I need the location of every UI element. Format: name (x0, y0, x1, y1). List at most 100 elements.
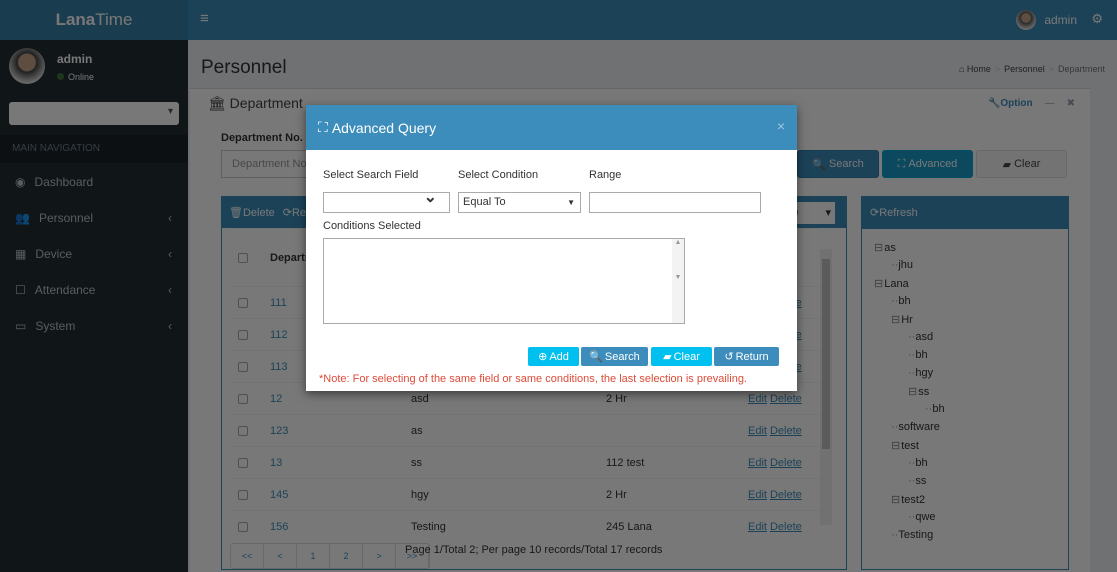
dept-no-link[interactable]: 12 (270, 393, 411, 405)
search-button[interactable]: 🔍 Search (797, 150, 879, 178)
note-icon: ☐ (15, 283, 26, 297)
dept-no-link[interactable]: 13 (270, 457, 411, 469)
plus-circle-icon: ⊕ (538, 351, 548, 363)
tree-node[interactable]: asd (908, 331, 933, 343)
minimize-icon[interactable]: — (1045, 98, 1055, 109)
chevron-left-icon: ‹ (168, 247, 172, 261)
delete-button[interactable]: 🗑Delete (229, 206, 275, 219)
sidebar-item-attendance[interactable]: ☐ Attendance ‹ (0, 272, 188, 308)
tree-node[interactable]: bh (908, 349, 927, 361)
next-page-button[interactable]: > (363, 544, 396, 568)
delete-link[interactable]: Delete (770, 489, 802, 501)
option-button[interactable]: 🔧Option (988, 98, 1033, 109)
search-field-select[interactable] (323, 188, 450, 213)
edit-link[interactable]: Edit (748, 521, 767, 533)
conditions-selected-textarea[interactable]: ▲ ▼ (323, 238, 685, 324)
modal-title: Advanced Query (331, 119, 437, 136)
delete-link[interactable]: Delete (770, 393, 802, 405)
row-checkbox[interactable] (238, 393, 248, 404)
dept-no-link[interactable]: 123 (270, 425, 411, 437)
avatar (1016, 10, 1037, 30)
eraser-icon: ▰ (663, 351, 672, 363)
advanced-button[interactable]: ⛶ Advanced (882, 150, 973, 178)
search-field-label: Select Search Field (323, 169, 419, 181)
table-scrollbar[interactable] (820, 249, 832, 525)
textarea-scrollbar[interactable]: ▲ ▼ (672, 239, 684, 323)
breadcrumb-home[interactable]: Home (967, 64, 991, 74)
modal-header: ⛶ Advanced Query (306, 105, 797, 150)
scrollbar-thumb[interactable] (822, 259, 830, 449)
sidebar-item-personnel[interactable]: 👥 Personnel ‹ (0, 200, 188, 236)
tree-node[interactable]: ss (908, 475, 926, 487)
tree-node[interactable]: bh (925, 403, 944, 415)
return-button[interactable]: ↺ Return (714, 347, 779, 366)
tree-node[interactable]: ss (908, 385, 929, 398)
breadcrumb-personnel[interactable]: Personnel (1004, 64, 1045, 74)
breadcrumb-current: Department (1057, 64, 1105, 74)
pagination: << <1 2 > >> (230, 543, 430, 569)
modal-clear-button[interactable]: ▰ Clear (651, 347, 712, 366)
add-button[interactable]: ⊕ Add (528, 347, 579, 366)
row-checkbox[interactable] (238, 457, 248, 468)
row-checkbox[interactable] (238, 521, 248, 532)
dept-no-link[interactable]: 156 (270, 521, 411, 533)
tree-node[interactable]: Hr (891, 313, 913, 326)
range-input[interactable] (589, 192, 761, 213)
sidebar-item-system[interactable]: ▭ System ‹ (0, 308, 188, 344)
table-row: 145 hgy 2 Hr Edit Delete (230, 478, 820, 510)
home-icon: ⌂ (958, 64, 967, 74)
page-1-button[interactable]: 1 (297, 544, 330, 568)
dept-name: ss (411, 456, 422, 469)
gears-icon[interactable]: ⚙ (1091, 11, 1103, 27)
tree-node[interactable]: hgy (908, 367, 933, 379)
first-page-button[interactable]: << (231, 544, 264, 568)
table-row: 13 ss 112 test Edit Delete (230, 446, 820, 478)
binoculars-icon: ⛶ (897, 157, 906, 170)
row-checkbox[interactable] (238, 425, 248, 436)
modal-search-button[interactable]: 🔍 Search (581, 347, 648, 366)
edit-link[interactable]: Edit (748, 489, 767, 501)
users-icon: 👥 (15, 211, 30, 225)
select-all-checkbox[interactable] (238, 252, 248, 263)
tree-node[interactable]: jhu (891, 259, 913, 271)
row-checkbox[interactable] (238, 297, 248, 308)
tree-node[interactable]: Lana (874, 277, 908, 290)
delete-link[interactable]: Delete (770, 425, 802, 437)
close-icon[interactable]: ✖ (1067, 98, 1075, 109)
tree-node[interactable]: test2 (891, 493, 925, 506)
page-title: Personnel (201, 57, 287, 78)
tree-node[interactable]: test (891, 439, 919, 452)
edit-link[interactable]: Edit (748, 393, 767, 405)
row-checkbox[interactable] (238, 489, 248, 500)
refresh-icon: ⟳ (870, 207, 880, 219)
condition-select[interactable]: Equal To (458, 192, 581, 213)
dept-no-link[interactable]: 145 (270, 489, 411, 501)
sidebar-item-dashboard[interactable]: ◉ Dashboard (0, 164, 188, 200)
sidebar-select[interactable] (9, 102, 179, 125)
row-checkbox[interactable] (238, 329, 248, 340)
delete-link[interactable]: Delete (770, 521, 802, 533)
row-checkbox[interactable] (238, 361, 248, 372)
page-info: Page 1/Total 2; Per page 10 records/Tota… (405, 544, 663, 556)
modal-close-button[interactable]: × (777, 118, 785, 134)
tree-node[interactable]: bh (908, 457, 927, 469)
tree-node[interactable]: software (891, 421, 940, 433)
clear-button[interactable]: ▰ Clear (976, 150, 1067, 178)
tree-node[interactable]: as (874, 241, 896, 254)
menu-toggle-icon[interactable]: ≡ (200, 10, 209, 27)
sidebar-item-device[interactable]: ▦ Device ‹ (0, 236, 188, 272)
dept-no-label: Department No. (221, 132, 303, 144)
tree-node[interactable]: bh (891, 295, 910, 307)
tree-node[interactable]: Testing (891, 529, 933, 541)
edit-link[interactable]: Edit (748, 457, 767, 469)
edit-link[interactable]: Edit (748, 425, 767, 437)
search-icon: 🔍 (589, 351, 603, 363)
delete-link[interactable]: Delete (770, 457, 802, 469)
refresh-button[interactable]: ⟳Re (283, 206, 306, 219)
user-menu[interactable]: admin (1016, 10, 1077, 30)
tree-node[interactable]: qwe (908, 511, 935, 523)
page-2-button[interactable]: 2 (330, 544, 363, 568)
logo[interactable]: LanaTime (0, 0, 188, 40)
tree-refresh-button[interactable]: ⟳Refresh (862, 197, 1068, 229)
prev-page-button[interactable]: < (264, 544, 297, 568)
